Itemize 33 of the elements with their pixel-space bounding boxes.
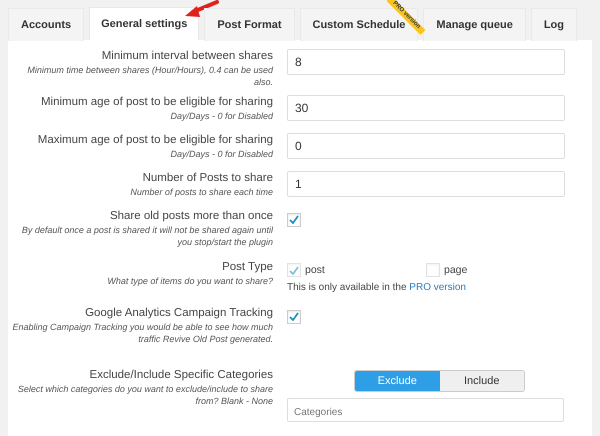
setting-label: Minimum age of post to be eligible for sharing	[40, 95, 273, 110]
mode-toggle-button[interactable]: Include	[440, 371, 524, 391]
setting-label: Number of Posts to share	[142, 171, 273, 186]
setting-description: Select which categories do you want to exclude/include to share from? Blank - None	[16, 383, 273, 407]
setting-label: Share old posts more than once	[108, 209, 273, 224]
input-field[interactable]: 8	[287, 49, 565, 75]
checkbox[interactable]	[287, 310, 301, 324]
pro-version-link[interactable]: PRO version	[409, 282, 466, 293]
input-field[interactable]: 30	[287, 95, 565, 121]
setting-description: By default once a post is shared it will not be shared again until you stop/start the plugin	[20, 224, 273, 248]
pro-note: This is only available in the PRO version	[287, 282, 467, 293]
option-label: page	[444, 264, 468, 276]
input-field[interactable]: 1	[287, 171, 565, 197]
input-field[interactable]: 0	[287, 133, 565, 159]
categories-field[interactable]: Categories	[287, 398, 564, 422]
checkbox[interactable]	[287, 212, 301, 226]
tab[interactable]: General settings	[89, 7, 200, 40]
setting-description: Day/Days - 0 for Disabled	[169, 110, 273, 122]
setting-label: Post Type	[221, 260, 273, 275]
option-label: post	[305, 264, 325, 276]
setting-label: Google Analytics Campaign Tracking	[84, 306, 273, 321]
setting-description: Minimum time between shares (Hour/Hours), 0.4 can be used also.	[26, 64, 273, 88]
setting-description: Day/Days - 0 for Disabled	[169, 148, 273, 160]
setting-label: Maximum age of post to be eligible for sharing	[36, 133, 273, 148]
setting-label: Minimum interval between shares	[100, 49, 273, 64]
setting-description: Number of posts to share each time	[129, 186, 273, 198]
tab[interactable]: Log	[530, 8, 577, 41]
setting-label: Exclude/Include Specific Categories	[88, 368, 273, 383]
setting-description: Enabling Campaign Tracking you would be able to see how much traffic Revive Old Post generated.	[12, 321, 273, 345]
tab[interactable]: Manage queue	[423, 8, 526, 41]
setting-description: What type of items do you want to share?	[106, 275, 273, 287]
tab[interactable]: Post Format	[204, 8, 295, 41]
tab[interactable]: Accounts	[8, 8, 84, 41]
